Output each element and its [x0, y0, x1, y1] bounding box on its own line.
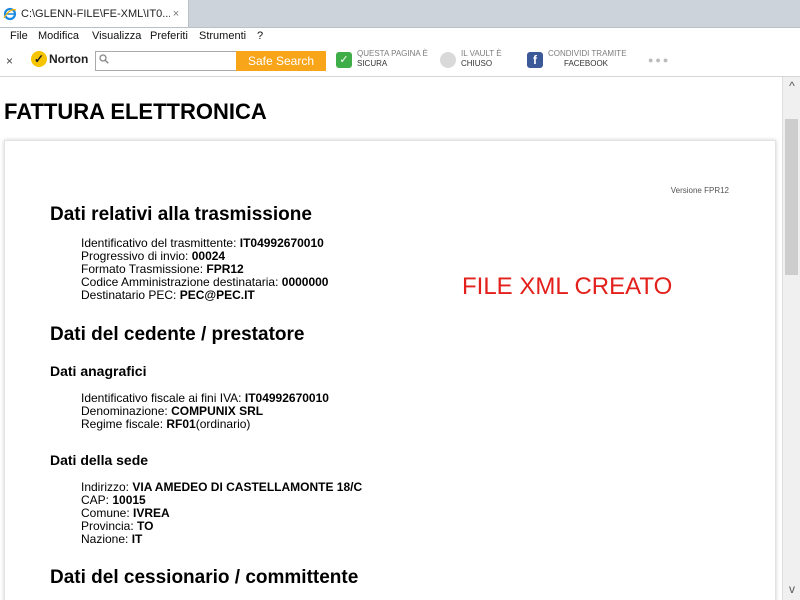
heading-cedente: Dati del cedente / prestatore	[50, 324, 305, 345]
safe-search-button[interactable]: Safe Search	[236, 51, 326, 71]
more-options-icon[interactable]: ●●●	[648, 55, 670, 65]
facebook-line1: CONDIVIDI TRAMITE	[548, 49, 627, 58]
norton-search-input[interactable]	[95, 51, 237, 71]
norton-logo[interactable]: ✓ Norton	[31, 51, 88, 67]
page-content: FATTURA ELETTRONICA Versione FPR12 Dati …	[0, 77, 782, 600]
norton-toolbar: × ✓ Norton Safe Search ✓ QUESTA PAGINA È…	[0, 46, 800, 77]
page-title: FATTURA ELETTRONICA	[4, 99, 267, 124]
vertical-scrollbar[interactable]: ^ v	[782, 77, 800, 600]
scroll-down-button[interactable]: v	[783, 582, 800, 598]
ie-icon	[3, 7, 17, 20]
xml-created-banner: FILE XML CREATO	[462, 273, 673, 300]
browser-tab[interactable]: C:\GLENN-FILE\FE-XML\IT0... ×	[0, 0, 189, 27]
menu-preferiti[interactable]: Preferiti	[150, 30, 188, 42]
search-icon	[99, 54, 109, 64]
scroll-thumb[interactable]	[785, 119, 798, 275]
check-shield-icon: ✓	[336, 52, 352, 68]
vault-line2: CHIUSO	[461, 59, 493, 68]
heading-trasmissione: Dati relativi alla trasmissione	[50, 204, 312, 225]
close-toolbar-button[interactable]: ×	[6, 54, 13, 68]
menu-file[interactable]: File	[10, 30, 28, 42]
facebook-line2: FACEBOOK	[564, 59, 609, 68]
row-pec: Destinatario PEC: PEC@PEC.IT	[81, 288, 255, 302]
heading-anagrafici: Dati anagrafici	[50, 363, 147, 379]
heading-cessionario: Dati del cessionario / committente	[50, 567, 359, 588]
menu-bar: File Modifica Visualizza Preferiti Strum…	[0, 28, 800, 45]
menu-modifica[interactable]: Modifica	[38, 30, 79, 42]
tab-strip: C:\GLENN-FILE\FE-XML\IT0... ×	[0, 0, 800, 28]
vault-line1: IL VAULT È	[461, 49, 502, 58]
page-safe-indicator[interactable]: ✓ QUESTA PAGINA È SICURA	[336, 49, 428, 69]
invoice-card: Versione FPR12 Dati relativi alla trasmi…	[4, 140, 776, 600]
close-tab-button[interactable]: ×	[170, 8, 182, 20]
trasmissione-block: Identificativo del trasmittente: IT04992…	[81, 237, 328, 302]
vault-indicator[interactable]: IL VAULT È CHIUSO	[440, 49, 502, 69]
menu-help[interactable]: ?	[257, 30, 263, 42]
anagrafici-block: Identificativo fiscale ai fini IVA: IT04…	[81, 392, 329, 431]
menu-strumenti[interactable]: Strumenti	[199, 30, 246, 42]
sede-block: Indirizzo: VIA AMEDEO DI CASTELLAMONTE 1…	[81, 481, 362, 546]
vault-icon	[440, 52, 456, 68]
row-nazione: Nazione: IT	[81, 532, 143, 546]
version-label: Versione FPR12	[670, 186, 729, 195]
tab-title: C:\GLENN-FILE\FE-XML\IT0...	[21, 7, 170, 20]
scroll-up-button[interactable]: ^	[783, 79, 800, 95]
facebook-share[interactable]: f CONDIVIDI TRAMITE FACEBOOK	[527, 49, 627, 69]
heading-sede: Dati della sede	[50, 452, 149, 468]
norton-check-icon: ✓	[31, 51, 47, 67]
page-safe-line1: QUESTA PAGINA È	[357, 49, 428, 58]
menu-visualizza[interactable]: Visualizza	[92, 30, 141, 42]
row-regime: Regime fiscale: RF01(ordinario)	[81, 417, 251, 431]
page-safe-line2: SICURA	[357, 59, 388, 68]
facebook-icon: f	[527, 52, 543, 68]
norton-logo-text: Norton	[49, 52, 89, 66]
